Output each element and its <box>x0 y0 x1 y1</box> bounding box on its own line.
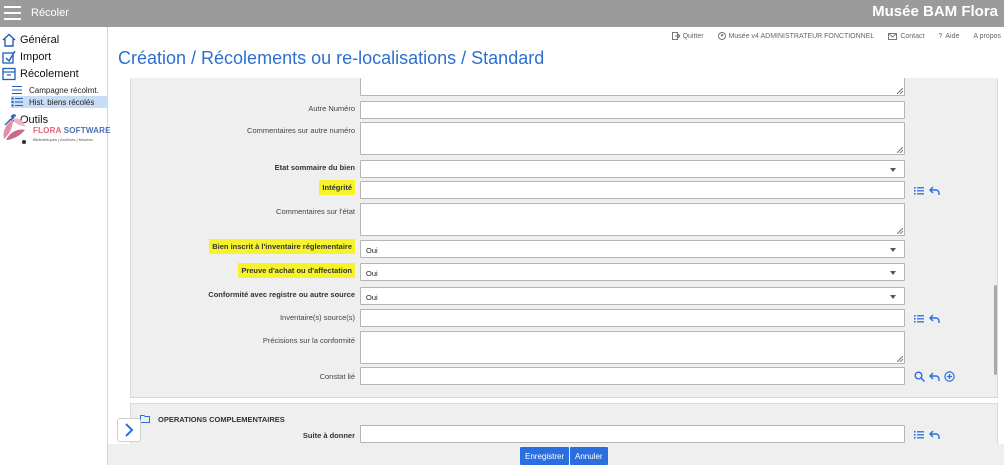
previous-textarea[interactable] <box>360 78 905 96</box>
list-icon[interactable] <box>914 185 925 196</box>
top-links: Quitter Musée v4 ADMINISTRATEUR FONCTION… <box>671 32 1001 40</box>
suite-a-donner-input[interactable] <box>360 425 905 443</box>
integrite-actions <box>914 185 940 196</box>
constat-lie-input[interactable] <box>360 367 905 385</box>
undo-icon[interactable] <box>929 185 940 196</box>
suite-a-donner-label: Suite à donner <box>302 431 355 440</box>
archive-icon <box>2 67 16 81</box>
etat-sommaire-label: Etat sommaire du bien <box>274 163 355 172</box>
help-link[interactable]: ? Aide <box>938 32 959 40</box>
brand-title: Musée BAM Flora <box>872 3 998 20</box>
sidebar-subitem-label: Hist. biens récolés <box>29 97 95 107</box>
add-circle-icon[interactable] <box>944 371 955 382</box>
undo-icon[interactable] <box>929 371 940 382</box>
user-icon <box>717 32 726 40</box>
resize-handle-icon <box>897 147 903 153</box>
sidebar-item-recolement[interactable]: Récolement <box>0 66 79 82</box>
list-icon[interactable] <box>914 429 925 440</box>
constat-lie-label: Constat lié <box>319 372 355 381</box>
constat-lie-actions <box>914 371 955 382</box>
top-bar: Récoler Musée BAM Flora <box>0 0 1004 27</box>
etat-sommaire-select[interactable] <box>360 160 905 178</box>
home-icon <box>2 33 16 47</box>
sidebar-subitem-hist-biens[interactable]: Hist. biens récolés <box>11 96 108 108</box>
help-icon: ? <box>938 32 943 40</box>
save-button[interactable]: Enregistrer <box>520 447 570 465</box>
inventaires-sources-label: Inventaire(s) source(s) <box>279 313 355 322</box>
precisions-conformite-textarea[interactable] <box>360 331 905 364</box>
expand-sidebar-button[interactable] <box>117 418 141 442</box>
inventaires-sources-input[interactable] <box>360 309 905 327</box>
menu-icon[interactable] <box>4 6 21 20</box>
logout-icon <box>671 32 680 40</box>
conformite-select[interactable]: Oui <box>360 287 905 305</box>
list-icon <box>12 86 22 94</box>
preuve-achat-label: Preuve d'achat ou d'affectation <box>125 263 355 278</box>
chevron-right-icon <box>125 423 134 437</box>
page-title: Création / Récolements ou re-localisatio… <box>118 48 545 68</box>
sidebar-item-import[interactable]: Import <box>0 49 51 65</box>
quit-link[interactable]: Quitter <box>671 32 704 40</box>
commentaires-autre-numero-textarea[interactable] <box>360 122 905 155</box>
resize-handle-icon <box>897 356 903 362</box>
folder-icon <box>140 415 150 423</box>
cancel-button[interactable]: Annuler <box>570 447 608 465</box>
sidebar-item-label: Général <box>20 34 60 46</box>
undo-icon[interactable] <box>929 313 940 324</box>
commentaires-etat-textarea[interactable] <box>360 203 905 236</box>
inventaires-sources-actions <box>914 313 940 324</box>
checklist-icon <box>11 97 23 107</box>
section-title: OPERATIONS COMPLEMENTAIRES <box>158 415 285 424</box>
app-title: Récoler <box>31 7 69 19</box>
precisions-conformite-label: Précisions sur la conformité <box>262 336 355 345</box>
scrollbar-thumb[interactable] <box>994 285 997 375</box>
resize-handle-icon <box>897 88 903 94</box>
contact-link[interactable]: Contact <box>888 32 924 40</box>
sidebar-subitem-label: Campagne récolmt. <box>29 85 99 95</box>
sidebar-item-label: Import <box>20 51 52 63</box>
resize-handle-icon <box>897 228 903 234</box>
integrite-label: Intégrité <box>125 180 355 195</box>
bien-inscrit-label: Bien inscrit à l'inventaire réglementair… <box>125 239 355 254</box>
sidebar-subitem-campagne[interactable]: Campagne récolmt. <box>11 84 99 96</box>
mail-icon <box>888 32 898 40</box>
import-icon <box>2 50 16 64</box>
logo-text: FLORA SOFTWARE <box>33 126 111 135</box>
user-link[interactable]: Musée v4 ADMINISTRATEUR FONCTIONNEL <box>717 32 874 40</box>
preuve-achat-select[interactable]: Oui <box>360 263 905 281</box>
list-icon[interactable] <box>914 313 925 324</box>
commentaires-autre-numero-label: Commentaires sur autre numéro <box>247 126 355 135</box>
suite-a-donner-actions <box>914 429 940 440</box>
conformite-label: Conformité avec registre ou autre source <box>208 290 355 299</box>
about-link[interactable]: A propos <box>973 32 1001 40</box>
logo-subtitle: Bibliothèques | Archives | Musées <box>33 137 93 142</box>
autre-numero-input[interactable] <box>360 101 905 119</box>
search-icon[interactable] <box>914 371 925 382</box>
commentaires-etat-label: Commentaires sur l'état <box>276 207 355 216</box>
autre-numero-label: Autre Numéro <box>308 104 355 113</box>
undo-icon[interactable] <box>929 429 940 440</box>
sidebar-item-label: Récolement <box>20 68 79 80</box>
bien-inscrit-select[interactable]: Oui <box>360 240 905 258</box>
sidebar-item-general[interactable]: Général <box>0 32 59 48</box>
integrite-input[interactable] <box>360 181 905 199</box>
